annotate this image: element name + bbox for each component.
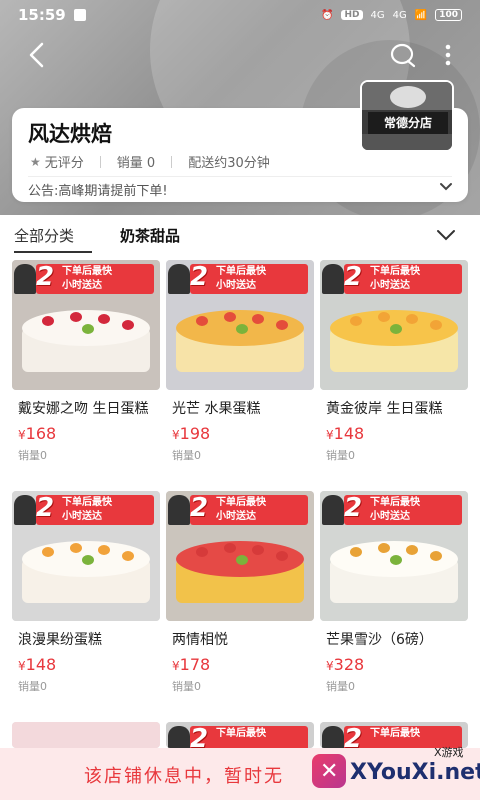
product-price: ¥178	[172, 655, 211, 674]
product-sales: 销量0	[172, 449, 201, 462]
product-price: ¥198	[172, 424, 211, 443]
status-bar: 15:59 ⏰ HD 4G 4G 📶 100	[0, 0, 480, 30]
product-card-partial[interactable]	[12, 722, 160, 748]
product-image[interactable]: 下单后最快 小时送达 2	[320, 260, 468, 390]
product-sales: 销量0	[18, 680, 47, 693]
store-sales: 销量 0	[116, 156, 156, 171]
signal-1-label: 4G	[370, 9, 385, 21]
product-card[interactable]: 下单后最快 小时送达 2 黄金彼岸 生日蛋糕 ¥148 销量0	[320, 260, 468, 482]
hd-badge: HD	[341, 10, 363, 20]
product-price: ¥328	[326, 655, 365, 674]
star-icon: ★	[30, 154, 41, 169]
category-tabs: 全部分类 奶茶甜品	[0, 215, 480, 255]
watermark-logo: ✕	[312, 754, 346, 788]
product-name[interactable]: 浪漫果纷蛋糕	[12, 629, 160, 649]
product-image[interactable]: 下单后最快 小时送达 2	[12, 260, 160, 390]
store-rating: 无评分	[44, 156, 84, 171]
tab-all-categories[interactable]: 全部分类	[14, 225, 74, 246]
promo-number: 2	[190, 724, 209, 748]
product-price: ¥168	[18, 424, 57, 443]
product-card-partial[interactable]: 下单后最快 2	[166, 722, 314, 748]
product-image[interactable]: 下单后最快 小时送达 2	[166, 491, 314, 621]
product-card[interactable]: 下单后最快 小时送达 2 两情相悦 ¥178 销量0	[166, 491, 314, 713]
product-image[interactable]: 下单后最快 小时送达 2	[166, 260, 314, 390]
product-image[interactable]	[12, 722, 160, 748]
product-name[interactable]: 光芒 水果蛋糕	[166, 398, 314, 418]
product-price: ¥148	[18, 655, 57, 674]
product-grid: 下单后最快 小时送达 2 戴安娜之吻 生日蛋糕 ¥168 销量0 下单后最快 小时送…	[0, 255, 480, 800]
promo-number: 2	[190, 262, 209, 292]
promo-number: 2	[344, 493, 363, 523]
store-delivery-time: 配送约30分钟	[188, 156, 270, 171]
storefront-sign: 常德分店	[368, 112, 448, 134]
cake-illustration	[176, 310, 304, 376]
cake-illustration	[176, 541, 304, 607]
product-card[interactable]: 下单后最快 小时送达 2 浪漫果纷蛋糕 ¥148 销量0	[12, 491, 160, 713]
wifi-icon: 📶	[414, 9, 428, 21]
product-image[interactable]: 下单后最快 小时送达 2	[320, 491, 468, 621]
product-sales: 销量0	[326, 680, 355, 693]
store-meta: ★ 无评分 销量 0 配送约30分钟	[30, 152, 270, 172]
store-notice[interactable]: 公告:高峰期请提前下单!	[28, 180, 168, 199]
cake-illustration	[330, 310, 458, 376]
product-name[interactable]: 戴安娜之吻 生日蛋糕	[12, 398, 160, 418]
cake-illustration	[22, 310, 150, 376]
back-arrow-icon[interactable]	[22, 40, 52, 70]
store-name: 风达烘焙	[28, 122, 112, 146]
chevron-down-icon[interactable]	[436, 229, 456, 241]
site-watermark: ✕ X游戏 XYouXi.net	[312, 738, 480, 800]
tab-active-indicator	[14, 251, 92, 253]
product-sales: 销量0	[18, 449, 47, 462]
cake-illustration	[330, 541, 458, 607]
more-options-icon[interactable]	[438, 40, 458, 70]
cake-illustration	[22, 541, 150, 607]
store-closed-text: 该店铺休息中，暂时无	[84, 766, 284, 787]
product-price: ¥148	[326, 424, 365, 443]
search-icon[interactable]	[388, 40, 418, 70]
promo-number: 2	[190, 493, 209, 523]
product-sales: 销量0	[172, 680, 201, 693]
notification-icon	[73, 9, 86, 21]
promo-number: 2	[36, 493, 55, 523]
storefront-photo[interactable]: 常德分店	[360, 80, 454, 152]
promo-number: 2	[344, 262, 363, 292]
signal-2-label: 4G	[392, 9, 407, 21]
promo-number: 2	[36, 262, 55, 292]
tab-milk-tea-desserts[interactable]: 奶茶甜品	[120, 225, 180, 246]
product-name[interactable]: 黄金彼岸 生日蛋糕	[320, 398, 468, 418]
top-nav	[0, 36, 480, 76]
product-card[interactable]: 下单后最快 小时送达 2 光芒 水果蛋糕 ¥198 销量0	[166, 260, 314, 482]
watermark-small-text: X游戏	[434, 746, 464, 759]
chevron-down-icon[interactable]	[438, 178, 454, 194]
watermark-big-text: XYouXi.net	[350, 760, 480, 785]
battery-indicator: 100	[435, 9, 462, 21]
product-name[interactable]: 两情相悦	[166, 629, 314, 649]
product-card[interactable]: 下单后最快 小时送达 2 芒果雪沙（6磅） ¥328 销量0	[320, 491, 468, 713]
product-name[interactable]: 芒果雪沙（6磅）	[320, 629, 468, 649]
product-sales: 销量0	[326, 449, 355, 462]
status-time: 15:59	[18, 6, 66, 24]
alarm-icon: ⏰	[321, 9, 334, 21]
product-image[interactable]: 下单后最快 小时送达 2	[12, 491, 160, 621]
product-card[interactable]: 下单后最快 小时送达 2 戴安娜之吻 生日蛋糕 ¥168 销量0	[12, 260, 160, 482]
product-image[interactable]: 下单后最快 2	[166, 722, 314, 748]
